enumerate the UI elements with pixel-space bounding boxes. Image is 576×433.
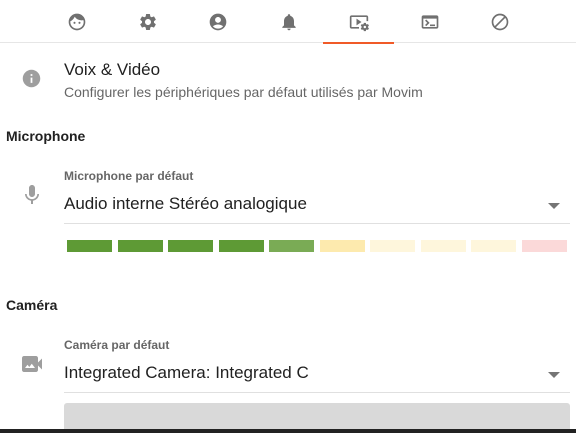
- page-title: Voix & Vidéo: [64, 60, 161, 79]
- level-meter-segment: [319, 240, 365, 252]
- terminal-icon: [421, 14, 438, 29]
- bottom-bar: [0, 429, 576, 433]
- page-subtitle: Configurer les périphériques par défaut …: [64, 84, 423, 100]
- face-icon: [68, 13, 85, 30]
- microphone-field-label: Microphone par défaut: [64, 169, 194, 183]
- level-meter-segment: [370, 240, 415, 252]
- camera-section-title: Caméra: [6, 297, 58, 313]
- microphone-select-value: Audio interne Stéréo analogique: [64, 194, 307, 213]
- tab-profile[interactable]: [41, 0, 112, 43]
- camera-select-value: Integrated Camera: Integrated C: [64, 363, 309, 382]
- level-meter-segment: [67, 240, 112, 252]
- tab-bar: [0, 0, 576, 44]
- tab-notifications[interactable]: [253, 0, 324, 43]
- level-meter-segment: [218, 240, 264, 252]
- block-icon: [491, 13, 508, 30]
- tab-voice-video[interactable]: [323, 0, 394, 44]
- camera-field-label: Caméra par défaut: [64, 338, 170, 352]
- tab-settings[interactable]: [112, 0, 183, 43]
- video-settings-icon: [349, 14, 369, 31]
- microphone-section-title: Microphone: [6, 128, 86, 144]
- level-meter-segment: [269, 240, 314, 252]
- level-meter-segment: [420, 240, 466, 252]
- chevron-down-icon: [548, 372, 560, 378]
- tab-account[interactable]: [182, 0, 253, 43]
- chevron-down-icon: [548, 203, 560, 209]
- tab-console[interactable]: [394, 0, 465, 43]
- microphone-icon: [20, 183, 44, 207]
- microphone-level-meter: [67, 240, 567, 252]
- microphone-select[interactable]: Audio interne Stéréo analogique: [64, 194, 570, 224]
- tab-blocked[interactable]: [464, 0, 535, 43]
- camera-icon: [20, 352, 44, 376]
- account-icon: [209, 13, 226, 30]
- level-meter-segment: [471, 240, 516, 252]
- level-meter-segment: [168, 240, 213, 252]
- bell-icon: [281, 13, 296, 30]
- info-icon: [21, 68, 42, 89]
- level-meter-segment: [117, 240, 163, 252]
- camera-select[interactable]: Integrated Camera: Integrated C: [64, 363, 570, 393]
- level-meter-segment: [521, 240, 567, 252]
- gear-icon: [139, 13, 156, 30]
